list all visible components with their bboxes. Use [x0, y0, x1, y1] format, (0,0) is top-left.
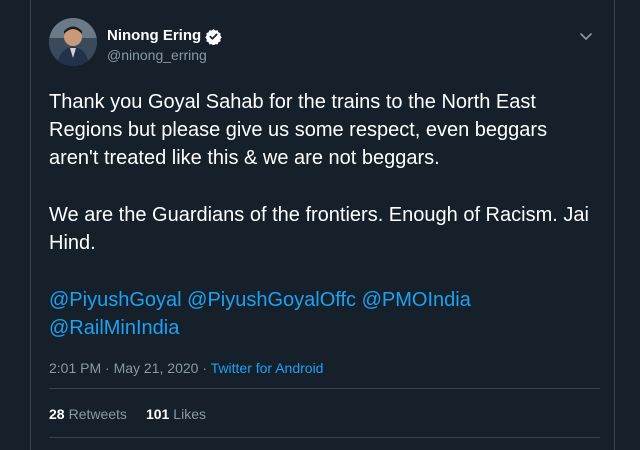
tweet-paragraph: We are the Guardians of the frontiers. E…: [49, 204, 589, 254]
meta-separator: ·: [105, 360, 110, 376]
avatar[interactable]: [49, 18, 97, 66]
mention-link[interactable]: @PiyushGoyalOffc: [187, 289, 356, 311]
app-window: Ninong Ering @ninong_erring Thank you Go…: [0, 0, 640, 450]
likes-label: Likes: [173, 406, 206, 422]
tweet-meta: 2:01 PM · May 21, 2020 · Twitter for And…: [49, 359, 323, 377]
likes-stat[interactable]: 101 Likes: [146, 405, 206, 423]
handle[interactable]: @ninong_erring: [107, 46, 222, 64]
tweet-stats: 28 Retweets 101 Likes: [49, 405, 225, 423]
display-name[interactable]: Ninong Ering: [107, 27, 201, 45]
divider: [49, 388, 600, 389]
retweets-stat[interactable]: 28 Retweets: [49, 405, 127, 423]
tweet-mentions: @PiyushGoyal @PiyushGoyalOffc @PMOIndia …: [49, 286, 594, 342]
verified-badge-icon: [205, 28, 222, 45]
display-name-row: Ninong Ering: [107, 27, 222, 45]
mention-link[interactable]: @PiyushGoyal: [49, 289, 182, 311]
chevron-down-icon[interactable]: [578, 30, 594, 42]
tweet-header: Ninong Ering @ninong_erring: [49, 18, 600, 70]
avatar-image: [49, 18, 97, 66]
retweets-label: Retweets: [68, 406, 127, 422]
divider: [49, 437, 600, 438]
tweet-paragraph: Thank you Goyal Sahab for the trains to …: [49, 91, 548, 169]
tweet-date[interactable]: May 21, 2020: [114, 360, 199, 376]
tweet-source-link[interactable]: Twitter for Android: [211, 360, 324, 376]
mention-link[interactable]: @PMOIndia: [362, 289, 471, 311]
tweet-panel: Ninong Ering @ninong_erring Thank you Go…: [30, 0, 615, 450]
tweet-body: Thank you Goyal Sahab for the trains to …: [49, 88, 594, 342]
retweets-count: 28: [49, 406, 65, 422]
meta-separator: ·: [202, 360, 207, 376]
tweet-time[interactable]: 2:01 PM: [49, 360, 101, 376]
likes-count: 101: [145, 406, 170, 422]
mention-link[interactable]: @RailMinIndia: [49, 317, 179, 339]
author-names: Ninong Ering @ninong_erring: [107, 27, 222, 64]
